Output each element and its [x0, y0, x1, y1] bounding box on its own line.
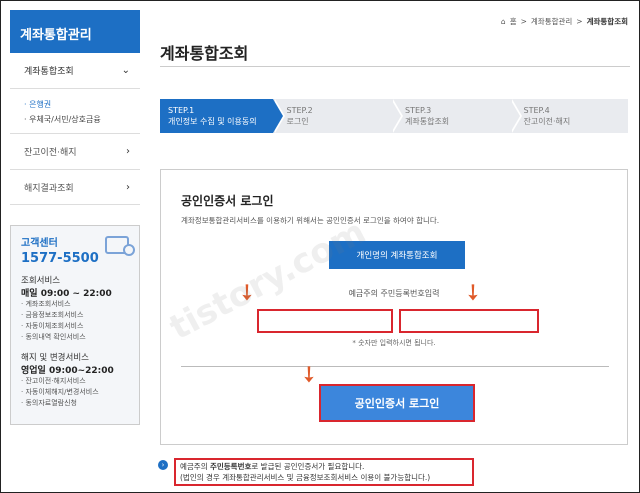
- step-label: 로그인: [286, 117, 309, 126]
- arrow-icon: ➘: [231, 277, 262, 309]
- rrn-second-input[interactable]: [399, 309, 539, 333]
- arrow-icon: ➘: [457, 277, 488, 309]
- list-item: · 금융정보조회서비스: [21, 311, 84, 319]
- sidebar-item-account-inquiry[interactable]: 계좌통합조회 ⌄: [10, 53, 140, 89]
- rrn-first-input[interactable]: [257, 309, 393, 333]
- call-center-icon: [105, 236, 135, 256]
- chevron-right-icon: ›: [126, 181, 130, 193]
- step-label: 개인정보 수집 및 이용동의: [168, 117, 257, 126]
- step-label: 계좌통합조회: [405, 117, 450, 126]
- step-2: STEP.2 로그인: [272, 99, 403, 133]
- change-service-title: 해지 및 변경서비스: [21, 353, 89, 363]
- inquiry-service-title: 조회서비스: [21, 276, 61, 286]
- step-3: STEP.3 계좌통합조회: [391, 99, 521, 133]
- step-number: STEP.4: [523, 106, 550, 115]
- breadcrumb-home[interactable]: 홈: [510, 16, 517, 27]
- step-label: 잔고이전·해지: [523, 117, 571, 126]
- sidebar: 계좌통합관리 계좌통합조회 ⌄ · 은행권 · 우체국/서민/상호금융 잔고이전…: [10, 10, 140, 425]
- notice-text: 예금주의 주민등록번호로 발급된 공인인증서가 필요합니다. (법인의 경우 계…: [174, 458, 474, 486]
- customer-center-box: 고객센터 1577-5500 조회서비스 매일 09:00 ~ 22:00 · …: [10, 225, 140, 425]
- chevron-down-icon: ⌄: [121, 65, 130, 76]
- divider: [160, 66, 630, 67]
- list-item: · 잔고이전·해지서비스: [21, 377, 86, 385]
- sidebar-submenu: · 은행권 · 우체국/서민/상호금융: [10, 89, 140, 133]
- home-icon[interactable]: ⌂: [501, 17, 506, 26]
- step-indicator: STEP.1 개인정보 수집 및 이용동의 STEP.2 로그인 STEP.3 …: [160, 99, 628, 133]
- personal-account-inquiry-button[interactable]: 개인명의 계좌통합조회: [329, 241, 465, 269]
- sidebar-item-transfer-cancel[interactable]: 잔고이전·해지 ›: [10, 133, 140, 169]
- list-item: · 계좌조회서비스: [21, 300, 71, 308]
- list-item: · 자동이체해지/변경서비스: [21, 388, 99, 396]
- breadcrumb-separator: >: [576, 17, 583, 26]
- inquiry-service-hours: 매일 09:00 ~ 22:00: [21, 289, 112, 299]
- sidebar-item-cancel-result[interactable]: 해지결과조회 ›: [10, 169, 140, 205]
- step-number: STEP.3: [405, 106, 432, 115]
- step-1: STEP.1 개인정보 수집 및 이용동의: [160, 99, 284, 133]
- notice: › 예금주의 주민등록번호로 발급된 공인인증서가 필요합니다. (법인의 경우…: [158, 458, 474, 486]
- rrn-note: * 숫자만 입력하시면 됩니다.: [352, 339, 436, 347]
- notice-text-part: (법인의 경우 계좌통합관리서비스 및 금융정보조회서비스 이용이 불가능합니다…: [180, 473, 431, 482]
- notice-text-part: 로 발급된 공인인증서가 필요합니다.: [251, 462, 365, 471]
- chevron-right-icon: ›: [126, 146, 130, 157]
- list-item: · 동의내역 확인서비스: [21, 333, 86, 341]
- breadcrumb-current: 계좌통합조회: [586, 17, 628, 26]
- info-icon: ›: [158, 460, 168, 470]
- notice-text-bold: 주민등록번호: [209, 462, 252, 471]
- breadcrumb: ⌂ 홈 > 계좌통합관리 > 계좌통합조회: [501, 16, 628, 27]
- notice-text-part: 예금주의: [180, 462, 210, 471]
- breadcrumb-separator: >: [520, 17, 527, 26]
- step-number: STEP.1: [168, 106, 195, 115]
- sidebar-title: 계좌통합관리: [10, 10, 140, 53]
- inquiry-service-list: · 계좌조회서비스 · 금융정보조회서비스 · 자동이체조회서비스 · 동의내역…: [21, 299, 129, 343]
- step-number: STEP.2: [286, 106, 313, 115]
- login-description: 계좌정보통합관리서비스를 이용하기 위해서는 공인인증서 로그인을 하여야 합니…: [181, 216, 440, 225]
- divider: [181, 366, 609, 367]
- login-title: 공인인증서 로그인: [181, 194, 274, 208]
- list-item: · 자동이체조회서비스: [21, 322, 84, 330]
- change-service-hours: 영업일 09:00~22:00: [21, 366, 114, 376]
- sidebar-item-label: 계좌통합조회: [24, 67, 74, 77]
- sidebar-item-label: 잔고이전·해지: [24, 148, 77, 158]
- sidebar-item-label: 해지결과조회: [24, 183, 74, 194]
- change-service-list: · 잔고이전·해지서비스 · 자동이체해지/변경서비스 · 동의자료열람신청: [21, 376, 129, 409]
- breadcrumb-level1[interactable]: 계좌통합관리: [531, 16, 572, 27]
- step-4: STEP.4 잔고이전·해지: [509, 99, 628, 133]
- cert-login-button[interactable]: 공인인증서 로그인: [319, 384, 475, 422]
- cert-login-panel: 공인인증서 로그인 계좌정보통합관리서비스를 이용하기 위해서는 공인인증서 로…: [160, 169, 628, 445]
- submenu-item-bank[interactable]: · 은행권: [24, 97, 126, 112]
- submenu-item-postoffice[interactable]: · 우체국/서민/상호금융: [24, 112, 126, 127]
- list-item: · 동의자료열람신청: [21, 399, 77, 407]
- page-title: 계좌통합조회: [160, 44, 249, 63]
